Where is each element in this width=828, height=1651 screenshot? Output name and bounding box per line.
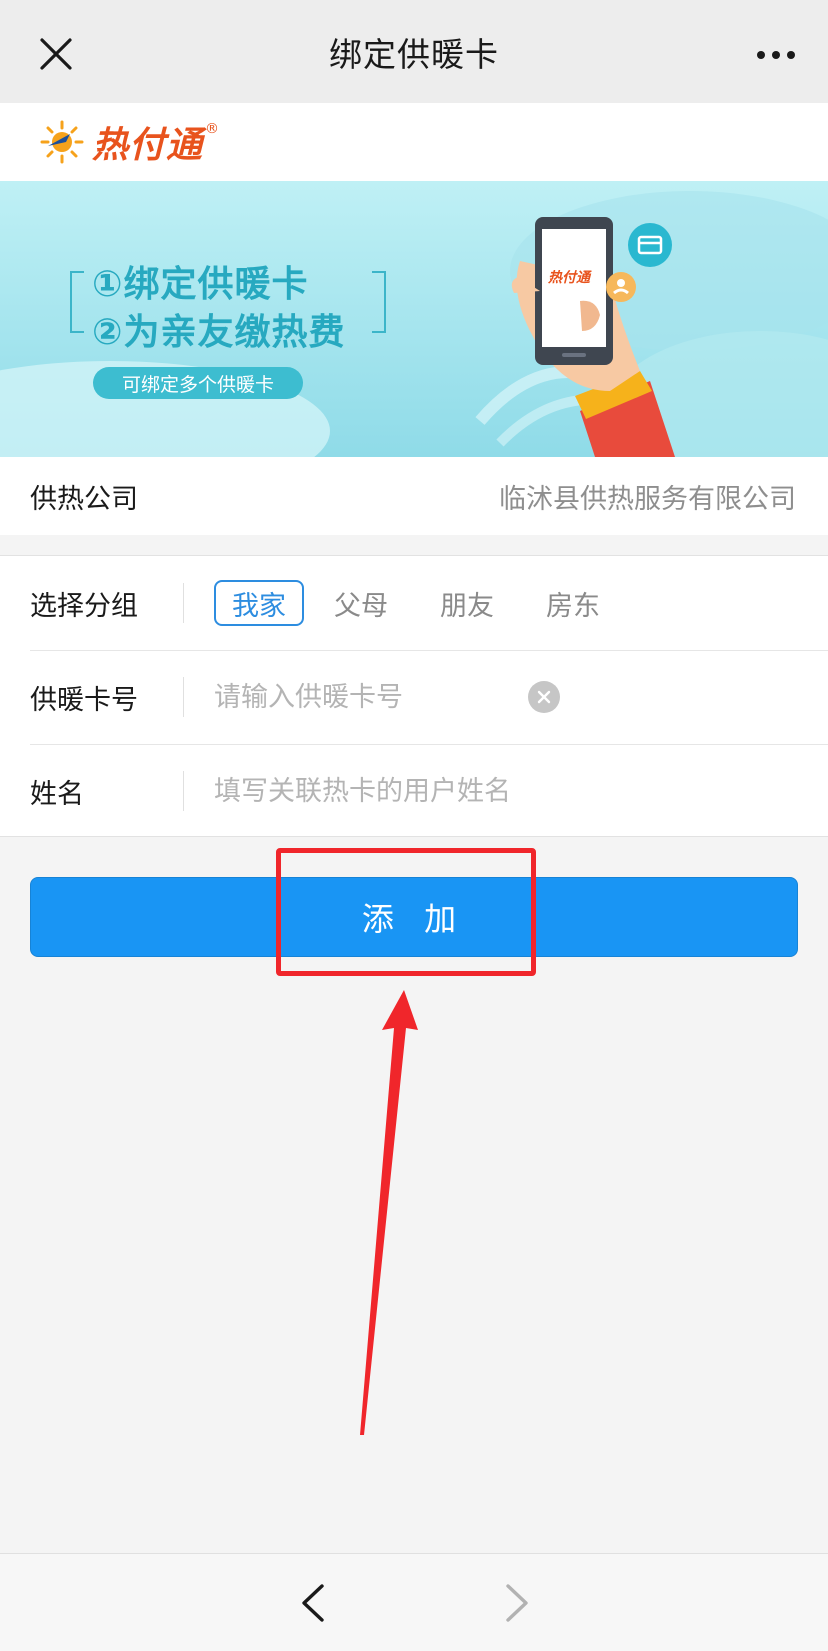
promo-banner[interactable]: ①绑定供暖卡 ②为亲友缴热费 可绑定多个供暖卡 热付通 (0, 181, 828, 457)
clear-input-button[interactable] (528, 681, 560, 713)
card-number-row: 供暖卡号 (0, 650, 828, 744)
heating-company-label: 供热公司 (30, 483, 138, 515)
group-option-parents[interactable]: 父母 (334, 580, 388, 626)
hand-phone-illustration (511, 217, 675, 457)
group-row: 选择分组 我家 父母 朋友 房东 (0, 556, 828, 650)
more-dots-icon (757, 51, 795, 59)
name-input[interactable] (214, 766, 774, 816)
divider (183, 583, 184, 623)
chevron-right-icon (506, 1584, 528, 1622)
bottom-nav-bar (0, 1553, 828, 1651)
group-option-home[interactable]: 我家 (214, 580, 304, 626)
page-title: 绑定供暖卡 (329, 34, 499, 74)
arrow-up-annotation (360, 990, 418, 1435)
close-icon (40, 38, 72, 70)
group-option-friends[interactable]: 朋友 (440, 580, 494, 626)
more-button[interactable] (748, 30, 804, 80)
nav-bar: 绑定供暖卡 (0, 0, 828, 103)
highlight-box-annotation (276, 848, 536, 976)
brand-header: 热付通 ® (0, 103, 828, 181)
banner-headline-1: ①绑定供暖卡 (92, 264, 309, 305)
group-option-landlord[interactable]: 房东 (546, 580, 600, 626)
clear-x-icon (537, 690, 551, 704)
group-label: 选择分组 (30, 590, 138, 622)
bracket-right (372, 271, 386, 333)
card-number-label: 供暖卡号 (30, 684, 138, 716)
heating-company-value: 临沭县供热服务有限公司 (499, 483, 796, 515)
brand-logo-text: 热付通 (92, 125, 204, 166)
name-row: 姓名 (0, 744, 828, 838)
bracket-left (70, 271, 84, 333)
close-button[interactable] (30, 28, 82, 80)
back-button[interactable] (296, 1580, 332, 1626)
banner-pill: 可绑定多个供暖卡 (93, 367, 303, 399)
divider (183, 771, 184, 811)
divider (183, 677, 184, 717)
chevron-left-icon (302, 1584, 324, 1622)
card-number-input[interactable] (214, 672, 524, 722)
registered-mark: ® (205, 121, 220, 137)
banner-headline-2: ②为亲友缴热费 (92, 312, 346, 353)
group-options: 我家 父母 朋友 房东 (214, 580, 652, 626)
phone-screen-logo: 热付通 (548, 270, 590, 286)
name-label: 姓名 (30, 778, 84, 810)
sun-logo-icon (40, 120, 84, 164)
forward-button[interactable] (498, 1580, 534, 1626)
bind-card-form: 选择分组 我家 父母 朋友 房东 供暖卡号 姓名 (0, 555, 828, 837)
heating-company-row: 供热公司 临沭县供热服务有限公司 (0, 457, 828, 535)
